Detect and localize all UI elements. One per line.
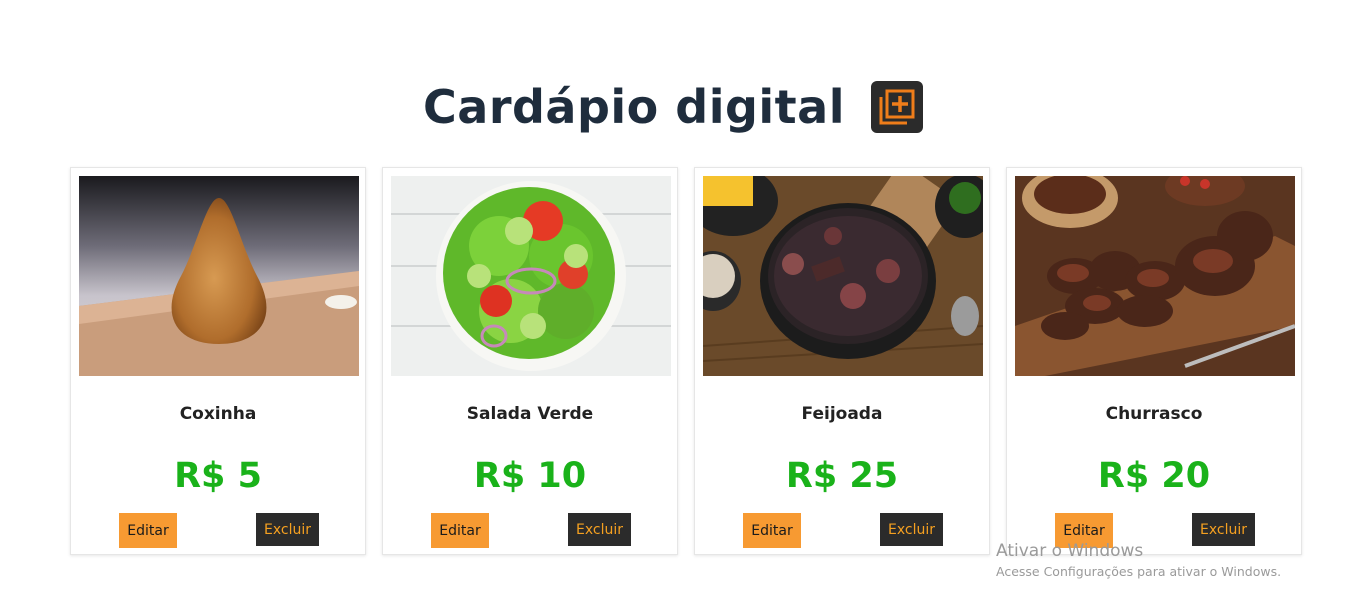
watermark-title: Ativar o Windows [996, 541, 1144, 561]
item-price: R$ 25 [785, 456, 899, 496]
menu-card: Feijoada R$ 25 Editar Excluir [694, 167, 990, 555]
edit-button[interactable]: Editar [743, 513, 801, 548]
food-image [703, 176, 983, 376]
edit-button[interactable]: Editar [119, 513, 177, 548]
food-image [79, 176, 359, 376]
food-image [391, 176, 671, 376]
windows-activation-watermark: Ativar o Windows Acesse Configurações pa… [996, 540, 1281, 582]
menu-card: Coxinha R$ 5 Editar Excluir [70, 167, 366, 555]
item-name: Feijoada [801, 404, 883, 424]
menu-card: Churrasco R$ 20 Editar Excluir [1006, 167, 1302, 555]
food-image [1015, 176, 1295, 376]
item-name: Churrasco [1105, 404, 1203, 424]
watermark-subtitle: Acesse Configurações para ativar o Windo… [996, 564, 1282, 579]
item-price: R$ 5 [174, 456, 262, 496]
delete-button[interactable]: Excluir [256, 513, 319, 546]
add-item-button[interactable] [870, 81, 923, 133]
item-name: Coxinha [179, 404, 257, 424]
item-name: Salada Verde [466, 404, 594, 424]
add-square-icon [879, 89, 915, 125]
edit-button[interactable]: Editar [431, 513, 489, 548]
page-title: Cardápio digital [423, 80, 845, 134]
menu-card: Salada Verde R$ 10 Editar Excluir [382, 167, 678, 555]
page-header: Cardápio digital [0, 80, 1346, 134]
menu-cards: Coxinha R$ 5 Editar Excluir Salada Verde… [70, 167, 1304, 555]
item-price: R$ 10 [473, 456, 587, 496]
item-price: R$ 20 [1097, 456, 1211, 496]
delete-button[interactable]: Excluir [568, 513, 631, 546]
delete-button[interactable]: Excluir [880, 513, 943, 546]
